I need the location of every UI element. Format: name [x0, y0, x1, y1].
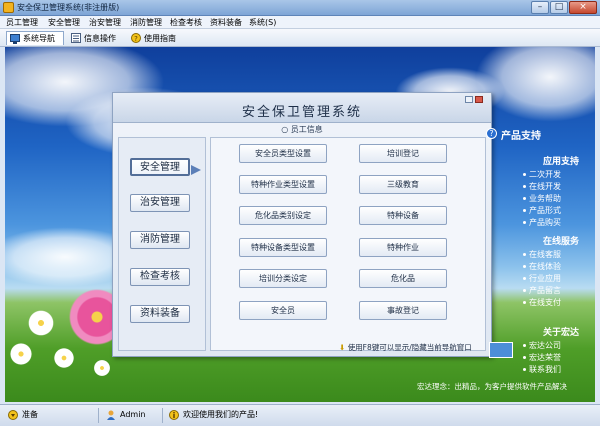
f8-hint-text: 使用F8键可以显示/隐藏当前导航窗口 [347, 343, 472, 352]
link-online-trial[interactable]: 在线体验 [523, 261, 561, 272]
status-bar: 准备 Admin 欢迎使用我们的产品! [0, 404, 600, 426]
monitor-icon [10, 33, 20, 44]
tab-system-nav-label: 系统导航 [23, 34, 55, 43]
radio-icon: ○ [281, 125, 291, 134]
status-ready: 准备 [8, 410, 38, 420]
flower-decoration [93, 359, 111, 377]
menu-bar: 员工管理 安全管理 治安管理 消防管理 检查考核 资料装备 系统(S) [0, 16, 600, 29]
link-product-purchase[interactable]: 产品购买 [523, 217, 561, 228]
link-online-payment[interactable]: 在线支付 [523, 297, 561, 308]
btn-hazmat-category[interactable]: 危化品类别设定 [239, 206, 327, 225]
btn-special-work-type[interactable]: 特种作业类型设置 [239, 175, 327, 194]
support-sidebar: ? 产品支持 应用支持 二次开发 在线开发 业务帮助 产品形式 产品购买 在线服… [417, 122, 595, 402]
panel-close-button[interactable] [475, 96, 483, 103]
btn-hazmat[interactable]: 危化品 [359, 269, 447, 288]
tab-system-nav[interactable]: 系统导航 [6, 31, 64, 45]
link-secondary-dev[interactable]: 二次开发 [523, 169, 561, 180]
toolbar: 系统导航 信息操作 ? 使用指南 [0, 29, 600, 47]
company-slogan: 宏达理念：出精品，为客户提供软件产品解决 [417, 382, 567, 391]
link-contact[interactable]: 联系我们 [523, 364, 561, 375]
flower-decoration [53, 347, 75, 369]
link-online-cs[interactable]: 在线客服 [523, 249, 561, 260]
btn-special-work[interactable]: 特种作业 [359, 238, 447, 257]
status-welcome-text: 欢迎使用我们的产品! [183, 410, 259, 419]
nav-public-security[interactable]: 治安管理 [130, 194, 190, 212]
tab-info-ops[interactable]: 信息操作 [68, 31, 128, 45]
status-welcome: 欢迎使用我们的产品! [169, 410, 258, 420]
btn-safety-officer[interactable]: 安全员 [239, 301, 327, 320]
menu-staff[interactable]: 员工管理 [6, 17, 38, 28]
status-divider [98, 408, 99, 423]
menu-security[interactable]: 治安管理 [89, 17, 121, 28]
desktop-background: 安全保卫管理系统 ○ 员工信息 安全管理 治安管理 消防管理 检查考核 资料装备… [5, 47, 595, 402]
link-company[interactable]: 宏达公司 [523, 340, 561, 351]
tab-user-guide[interactable]: ? 使用指南 [128, 31, 188, 45]
svg-text:?: ? [134, 35, 138, 43]
menu-fire[interactable]: 消防管理 [130, 17, 162, 28]
panel-subtitle-bar: ○ 员工信息 [113, 123, 491, 137]
btn-accident-register[interactable]: 事故登记 [359, 301, 447, 320]
nav-safety-management[interactable]: 安全管理 [130, 158, 190, 176]
menu-system[interactable]: 系统(S) [249, 17, 276, 28]
app-icon [3, 2, 14, 13]
panel-restore-button[interactable] [465, 96, 473, 103]
function-area: 安全员类型设置 培训登记 特种作业类型设置 三级教育 危化品类别设定 特种设备 … [210, 137, 486, 351]
help-icon: ? [131, 33, 141, 43]
link-product-message[interactable]: 产品留言 [523, 285, 561, 296]
arrow-right-icon [191, 165, 201, 175]
nav-materials-equipment[interactable]: 资料装备 [130, 305, 190, 323]
link-product-form[interactable]: 产品形式 [523, 205, 561, 216]
hint-icon: ⬇ [339, 343, 346, 352]
flower-decoration [27, 309, 55, 337]
panel-subtitle: 员工信息 [290, 125, 323, 134]
maximize-button[interactable]: □ [550, 1, 568, 14]
status-user-text: Admin [120, 410, 146, 419]
flower-decoration [9, 342, 33, 366]
minimize-button[interactable]: – [531, 1, 549, 14]
section-about: 关于宏达 [543, 328, 580, 338]
section-app-support: 应用支持 [543, 157, 580, 167]
nav-inspection[interactable]: 检查考核 [130, 268, 190, 286]
menu-inspection[interactable]: 检查考核 [170, 17, 202, 28]
main-panel: 安全保卫管理系统 ○ 员工信息 安全管理 治安管理 消防管理 检查考核 资料装备… [112, 92, 492, 357]
link-honors[interactable]: 宏达荣誉 [523, 352, 561, 363]
arrow-down-icon [8, 410, 18, 420]
window-title: 安全保卫管理系统(非注册版) [17, 3, 120, 12]
tab-user-guide-label: 使用指南 [144, 33, 176, 43]
nav-fire-management[interactable]: 消防管理 [130, 231, 190, 249]
section-online-service: 在线服务 [543, 237, 580, 247]
btn-special-equipment[interactable]: 特种设备 [359, 206, 447, 225]
btn-training-category[interactable]: 培训分类设定 [239, 269, 327, 288]
menu-safety[interactable]: 安全管理 [48, 17, 80, 28]
link-industry-apps[interactable]: 行业应用 [523, 273, 561, 284]
info-icon [169, 410, 179, 420]
link-business-help[interactable]: 业务帮助 [523, 193, 561, 204]
link-online-dev[interactable]: 在线开发 [523, 181, 561, 192]
help-circle-icon: ? [486, 128, 497, 139]
btn-safety-officer-type[interactable]: 安全员类型设置 [239, 144, 327, 163]
menu-equipment[interactable]: 资料装备 [210, 17, 242, 28]
list-icon [71, 33, 81, 43]
close-button[interactable]: × [569, 1, 597, 14]
btn-three-level-education[interactable]: 三级教育 [359, 175, 447, 194]
f8-hint: ⬇ 使用F8键可以显示/隐藏当前导航窗口 [339, 343, 472, 353]
computer-icon [489, 342, 513, 358]
status-divider [162, 408, 163, 423]
support-title: 产品支持 [501, 131, 541, 142]
btn-special-equipment-type[interactable]: 特种设备类型设置 [239, 238, 327, 257]
panel-title: 安全保卫管理系统 [241, 105, 362, 120]
user-icon [106, 410, 116, 420]
tab-info-ops-label: 信息操作 [84, 33, 116, 43]
status-ready-text: 准备 [22, 410, 38, 419]
btn-training-register[interactable]: 培训登记 [359, 144, 447, 163]
status-user: Admin [106, 410, 146, 420]
title-bar: 安全保卫管理系统(非注册版) – □ × [0, 0, 600, 16]
panel-title-bar: 安全保卫管理系统 [113, 93, 491, 123]
